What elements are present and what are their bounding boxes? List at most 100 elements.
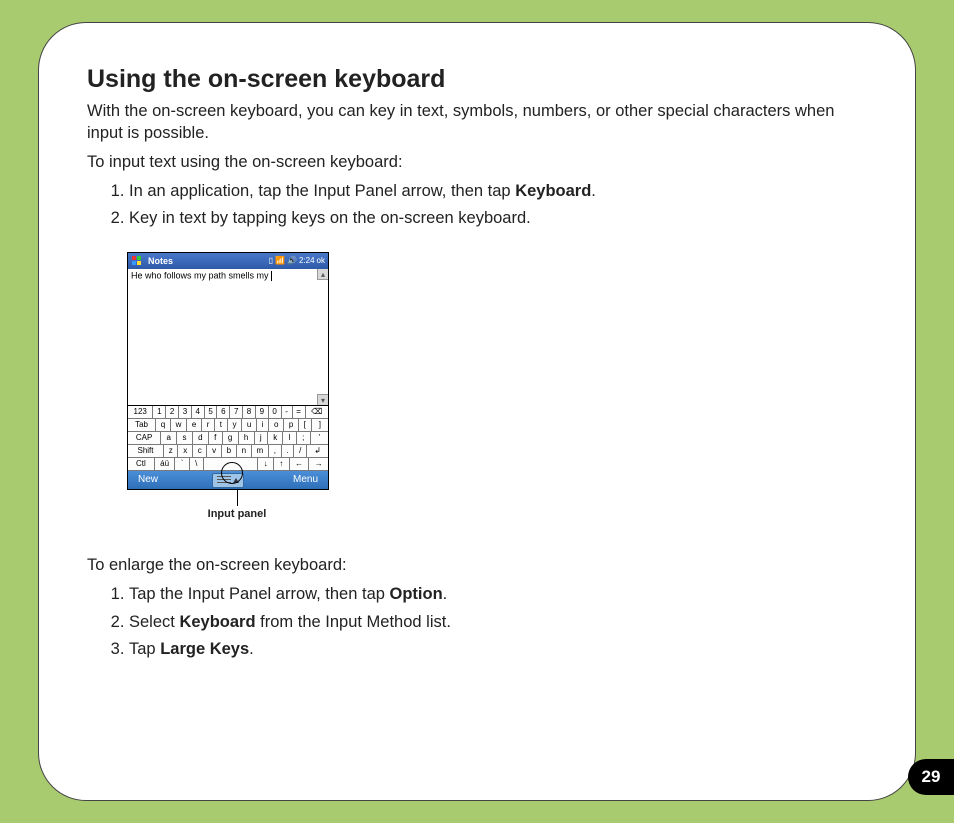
key: n: [237, 445, 252, 457]
key: q: [156, 419, 171, 431]
key: v: [207, 445, 221, 457]
key-right: →: [309, 458, 328, 470]
key: l: [283, 432, 296, 444]
start-flag-icon: [131, 255, 143, 267]
list-item: Tap Large Keys.: [129, 637, 867, 663]
key: e: [187, 419, 202, 431]
key: 2: [166, 406, 179, 418]
list-item-text: Select: [129, 613, 179, 631]
list-item-bold: Keyboard: [515, 182, 591, 200]
status-signal-icon: ▯: [269, 257, 273, 265]
scroll-up-icon: ▴: [317, 269, 328, 280]
key-caps: CAP: [128, 432, 161, 444]
key: w: [171, 419, 187, 431]
key-down: ↓: [258, 458, 274, 470]
key: f: [209, 432, 223, 444]
key: 9: [256, 406, 269, 418]
list-item-text: Key in text by tapping keys on the on-sc…: [129, 209, 531, 227]
key: 7: [230, 406, 243, 418]
list-item: In an application, tap the Input Panel a…: [129, 179, 867, 205]
key: =: [293, 406, 306, 418]
key: s: [177, 432, 193, 444]
list-item-bold: Option: [390, 585, 443, 603]
key-intl: áü: [155, 458, 176, 470]
key: p: [284, 419, 299, 431]
key: k: [268, 432, 284, 444]
status-time: 2:24: [299, 257, 315, 265]
key: i: [257, 419, 269, 431]
list-item-bold: Keyboard: [179, 613, 255, 631]
key-left: ←: [290, 458, 310, 470]
status-antenna-icon: 📶: [275, 257, 285, 265]
section1-list: In an application, tap the Input Panel a…: [129, 179, 867, 232]
list-item-post: .: [591, 182, 596, 200]
status-volume-icon: 🔊: [287, 257, 297, 265]
key: m: [252, 445, 269, 457]
key: 3: [179, 406, 192, 418]
key: 1: [153, 406, 166, 418]
key: 123: [128, 406, 153, 418]
key: .: [282, 445, 295, 457]
device-title-bar: Notes ▯ 📶 🔊 2:24 ok: [128, 253, 328, 269]
key: g: [223, 432, 239, 444]
on-screen-keyboard: 123 1 2 3 4 5 6 7 8 9 0 - = ⌫ Tab: [128, 405, 328, 471]
key: 0: [269, 406, 282, 418]
content-card: Using the on-screen keyboard With the on…: [38, 22, 916, 801]
key-shift: Shift: [128, 445, 164, 457]
key-up: ↑: [274, 458, 290, 470]
key: [: [299, 419, 312, 431]
callout-label: Input panel: [127, 508, 347, 520]
page-title: Using the on-screen keyboard: [87, 65, 867, 94]
kbd-row: 123 1 2 3 4 5 6 7 8 9 0 - = ⌫: [128, 406, 328, 419]
device-screenshot: Notes ▯ 📶 🔊 2:24 ok He who follows my pa…: [127, 252, 329, 490]
screenshot-figure: Notes ▯ 📶 🔊 2:24 ok He who follows my pa…: [127, 252, 867, 520]
scroll-down-icon: ▾: [317, 394, 328, 405]
list-item-text: Tap the Input Panel arrow, then tap: [129, 585, 390, 603]
list-item-post: .: [443, 585, 448, 603]
callout-circle-icon: [221, 462, 243, 484]
callout: Input panel: [127, 490, 347, 520]
key: b: [222, 445, 237, 457]
key: 4: [192, 406, 205, 418]
key: d: [193, 432, 209, 444]
section2-lead: To enlarge the on-screen keyboard:: [87, 554, 867, 576]
menu-right: Menu: [293, 474, 318, 485]
key: -: [282, 406, 293, 418]
list-item-bold: Large Keys: [160, 640, 249, 658]
list-item: Select Keyboard from the Input Method li…: [129, 610, 867, 636]
key: u: [242, 419, 257, 431]
list-item-text: In an application, tap the Input Panel a…: [129, 182, 515, 200]
key: 8: [243, 406, 256, 418]
key: j: [255, 432, 268, 444]
callout-line: [237, 490, 238, 506]
key-ctrl: Ctl: [128, 458, 155, 470]
key: ,: [269, 445, 282, 457]
key-tab: Tab: [128, 419, 156, 431]
key: ': [311, 432, 328, 444]
page-number: 29: [922, 767, 941, 787]
kbd-row: Shift z x c v b n m , . / ↲: [128, 445, 328, 458]
key: r: [202, 419, 215, 431]
key: y: [228, 419, 242, 431]
key: `: [175, 458, 189, 470]
key: ;: [297, 432, 311, 444]
key: x: [178, 445, 192, 457]
text-cursor: [271, 271, 272, 281]
list-item-post: from the Input Method list.: [256, 613, 451, 631]
kbd-row: CAP a s d f g h j k l ; ': [128, 432, 328, 445]
list-item-text: Tap: [129, 640, 160, 658]
note-text: He who follows my path smells my: [131, 270, 271, 280]
key: ]: [312, 419, 328, 431]
note-text-area: He who follows my path smells my ▴ ▾: [128, 269, 328, 405]
app-title: Notes: [148, 256, 173, 266]
menu-left: New: [138, 474, 158, 485]
key: 5: [205, 406, 218, 418]
key: 6: [217, 406, 230, 418]
page-number-tab: 29: [908, 759, 954, 795]
list-item-post: .: [249, 640, 254, 658]
key: z: [164, 445, 178, 457]
key: o: [269, 419, 284, 431]
kbd-row: Tab q w e r t y u i o p [ ]: [128, 419, 328, 432]
key: /: [294, 445, 307, 457]
key: h: [239, 432, 255, 444]
